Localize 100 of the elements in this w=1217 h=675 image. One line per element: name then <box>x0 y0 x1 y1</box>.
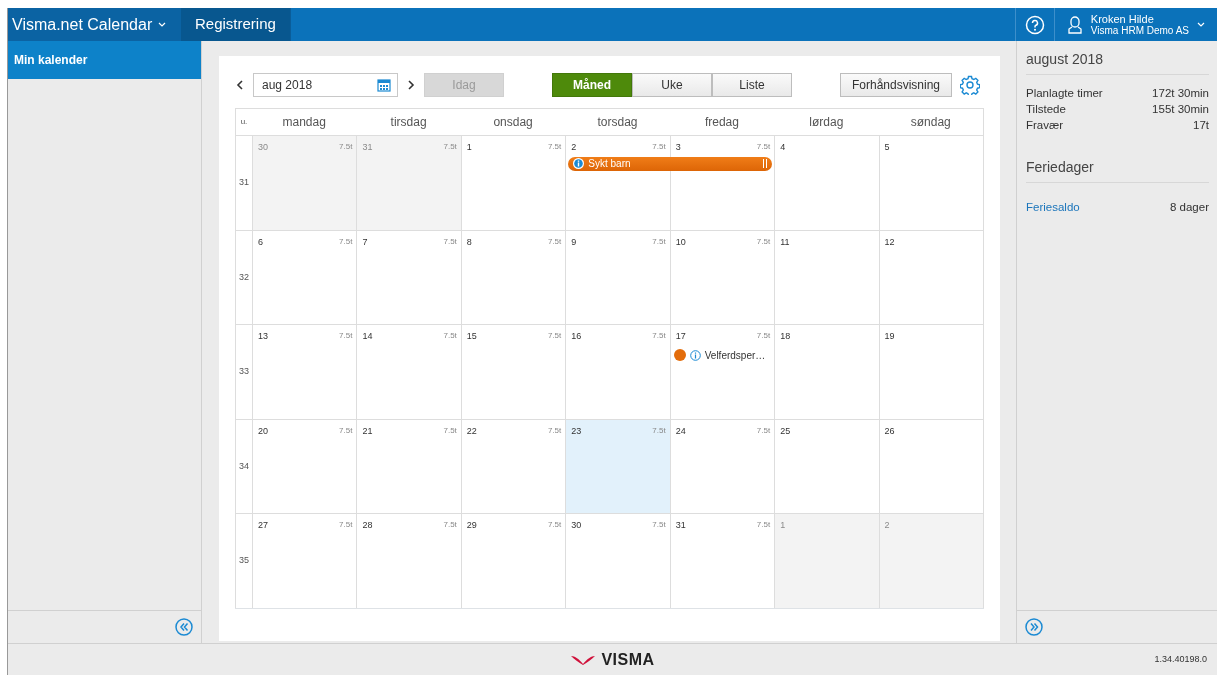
date-field[interactable]: aug 2018 <box>253 73 398 97</box>
day-cell[interactable]: 6 7.5t <box>252 229 357 324</box>
expand-right-icon[interactable] <box>1025 618 1043 636</box>
day-cell[interactable]: 18 <box>774 324 879 419</box>
day-cell[interactable]: 8 7.5t <box>460 229 566 324</box>
day-number: 3 <box>675 141 681 154</box>
company-name: Visma HRM Demo AS <box>1090 24 1189 36</box>
day-cell[interactable]: 5 <box>878 135 983 230</box>
day-number: 23 <box>571 424 582 438</box>
day-number: 10 <box>675 235 686 249</box>
section-title: Feriedager <box>1026 157 1209 183</box>
day-number: 19 <box>884 330 895 343</box>
stat-value: 17t <box>1193 118 1209 133</box>
vacation-link[interactable]: Feriesaldo <box>1026 199 1080 215</box>
next-icon[interactable] <box>406 79 416 91</box>
day-cell[interactable]: 28 7.5t <box>356 513 461 608</box>
hours-label: 7.5t <box>547 424 562 437</box>
week-number: 32 <box>236 229 252 324</box>
previous-icon[interactable] <box>235 79 245 91</box>
day-cell[interactable]: 23 7.5t <box>565 418 670 513</box>
day-cell[interactable]: 1 7.5t <box>460 135 566 230</box>
view-tab[interactable]: Uke <box>632 73 712 97</box>
sidebar-item[interactable]: Min kalender <box>8 41 201 79</box>
day-cell[interactable]: 30 7.5t <box>565 513 670 608</box>
day-cell[interactable]: 15 7.5t <box>460 324 566 419</box>
day-cell[interactable]: 13 7.5t <box>252 324 357 419</box>
event-bar-end[interactable] <box>669 156 773 171</box>
day-cell[interactable]: 27 7.5t <box>252 513 357 608</box>
day-number: 22 <box>466 424 477 438</box>
hours-label: 7.5t <box>652 424 666 437</box>
day-cell[interactable]: 7 7.5t <box>356 229 461 324</box>
hours-label: 7.5t <box>339 424 353 437</box>
day-number: 15 <box>466 330 477 343</box>
day-cell[interactable]: 21 7.5t <box>356 418 461 513</box>
nav-tab[interactable]: Registrering <box>181 8 291 41</box>
view-tab[interactable]: Måned <box>552 73 632 97</box>
info-icon <box>573 158 585 169</box>
day-cell[interactable]: 29 7.5t <box>460 513 566 608</box>
day-number: 2 <box>571 141 577 154</box>
help-icon[interactable] <box>1024 14 1045 35</box>
calendar-icon[interactable] <box>377 78 391 92</box>
weekday-header: lørdag <box>774 108 879 135</box>
collapse-left-icon[interactable] <box>175 618 193 636</box>
day-number: 6 <box>258 235 263 249</box>
day-number: 17 <box>675 330 686 343</box>
day-number: 8 <box>466 235 472 249</box>
hours-label: 7.5t <box>652 330 666 342</box>
user-name: Kroken Hilde <box>1090 13 1155 25</box>
day-number: 7 <box>362 235 368 249</box>
weekday-header: torsdag <box>565 108 670 135</box>
status-dot <box>673 349 686 361</box>
day-cell[interactable]: 20 7.5t <box>252 418 357 513</box>
chevron-down-icon[interactable] <box>158 22 167 27</box>
hours-label: 7.5t <box>756 141 771 153</box>
week-number: 35 <box>236 513 252 608</box>
day-cell[interactable]: 4 <box>774 135 879 230</box>
hours-label: 7.5t <box>652 519 666 531</box>
day-number: 31 <box>362 141 373 154</box>
user-menu[interactable]: Kroken Hilde Visma HRM Demo AS <box>1054 8 1217 41</box>
day-cell[interactable]: 16 7.5t <box>565 324 670 419</box>
user-icon <box>1066 15 1083 34</box>
settings-icon[interactable] <box>960 75 980 95</box>
day-cell[interactable]: 24 7.5t <box>669 418 775 513</box>
day-number: 2 <box>884 519 890 532</box>
hours-label: 7.5t <box>443 330 457 342</box>
day-number: 18 <box>780 330 791 343</box>
day-cell[interactable]: 12 <box>878 229 983 324</box>
day-cell[interactable]: 2 7.5t Sykt barn <box>565 135 670 230</box>
logo-mark-icon <box>570 653 597 666</box>
day-number: 21 <box>362 424 373 438</box>
hours-label: 7.5t <box>756 235 771 248</box>
day-cell[interactable]: 3 7.5t <box>669 135 775 230</box>
stat-label: Planlagte timer <box>1026 86 1103 101</box>
stat-value: 155t 30min <box>1152 102 1209 117</box>
hours-label: 7.5t <box>547 330 562 342</box>
day-number: 9 <box>571 235 577 249</box>
preview-button[interactable]: Forhåndsvisning <box>840 73 952 97</box>
day-cell[interactable]: 17 7.5t Velferdsper… <box>669 324 775 419</box>
version-label: 1.34.40198.0 <box>1154 652 1207 666</box>
day-number: 31 <box>675 519 686 532</box>
day-number: 5 <box>884 141 890 154</box>
day-number: 13 <box>258 330 268 343</box>
info-icon <box>689 349 701 361</box>
day-cell[interactable]: 19 <box>878 324 983 419</box>
weekday-header: søndag <box>878 108 983 135</box>
day-number: 24 <box>675 424 686 438</box>
view-tab[interactable]: Liste <box>712 73 792 97</box>
event-title[interactable]: Velferdsper… <box>704 347 766 363</box>
day-cell[interactable]: 10 7.5t <box>669 229 775 324</box>
hours-label: 7.5t <box>756 519 771 531</box>
day-cell[interactable]: 9 7.5t <box>565 229 670 324</box>
day-number: 25 <box>780 424 791 438</box>
day-number: 14 <box>362 330 373 343</box>
hours-label: 7.5t <box>443 424 457 437</box>
hours-label: 7.5t <box>443 141 457 153</box>
day-number: 30 <box>571 519 582 532</box>
weekday-header: onsdag <box>460 108 566 135</box>
day-cell[interactable]: 14 7.5t <box>356 324 461 419</box>
day-cell[interactable]: 11 <box>774 229 879 324</box>
logo-text: VISMA <box>601 649 655 670</box>
